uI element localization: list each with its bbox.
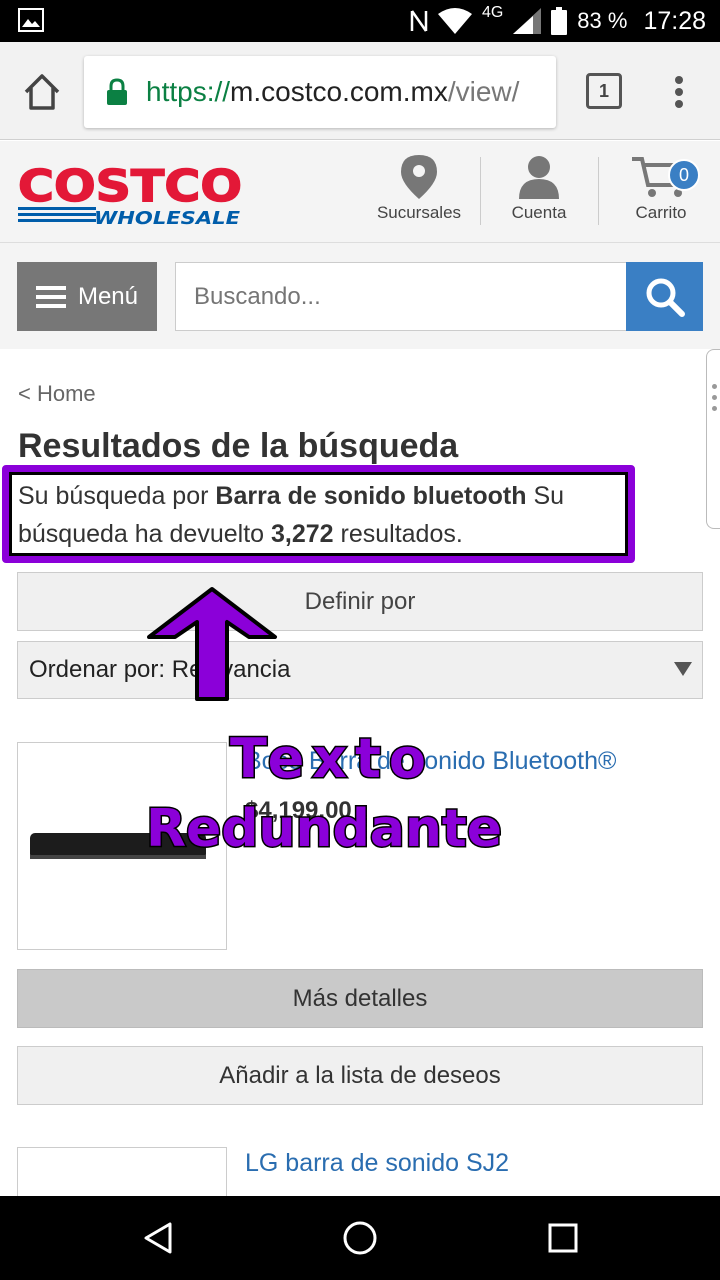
menu-button[interactable]: Menú [17,262,157,331]
url-scheme: https:// [146,76,231,107]
search-input[interactable] [175,262,627,331]
overflow-menu-icon[interactable] [668,72,690,112]
more-details-button[interactable]: Más detalles [17,969,703,1028]
hamburger-icon [35,285,66,308]
network-type: 4G [481,4,504,21]
home-icon[interactable] [22,72,62,112]
stores-label: Sucursales [376,203,462,222]
image-icon [18,8,44,32]
breadcrumb[interactable]: < Home [18,381,96,407]
user-icon [519,156,559,199]
logo-text-top: COSTCO [18,161,242,212]
tab-switcher-button[interactable]: 1 [586,73,622,109]
header-divider [598,157,599,225]
lock-icon [107,78,127,105]
add-to-wishlist-button[interactable]: Añadir a la lista de deseos [17,1046,703,1105]
cart-label: Carrito [635,203,687,222]
battery-percent: 83 % [577,8,628,33]
location-pin-icon [401,155,437,199]
browser-toolbar: https://m.costco.com.mx/view/ 1 [0,42,720,140]
nfc-icon [410,10,428,32]
chevron-down-icon [674,662,692,676]
logo-text-bottom: WHOLESALE [94,208,241,227]
product-image[interactable] [17,1147,227,1196]
header-divider [480,157,481,225]
search-row: Menú [0,243,720,349]
url-path: /view/ [447,76,520,107]
search-icon [646,278,685,317]
signal-icon [513,8,542,34]
battery-icon [551,7,568,35]
site-header: COSTCO WHOLESALE Sucursales Cuenta 0 Car… [0,141,720,243]
product-title-link[interactable]: LG barra de sonido SJ2 [245,1149,509,1178]
annotation-highlight-box [2,465,635,563]
costco-logo[interactable]: COSTCO WHOLESALE [18,161,244,227]
url-host: m.costco.com.mx [230,76,448,107]
stores-link[interactable]: Sucursales [364,155,474,235]
annotation-label: Texto [228,726,435,792]
clock: 17:28 [643,6,706,35]
recents-icon[interactable] [543,1218,583,1258]
page-title: Resultados de la búsqueda [18,427,459,465]
annotation-arrow-icon [147,587,277,701]
back-icon[interactable] [138,1218,178,1258]
cart-count-badge: 0 [668,159,700,191]
side-panel-handle[interactable] [706,349,720,529]
home-circle-icon[interactable] [340,1218,380,1258]
menu-label: Menú [77,282,139,310]
refine-button[interactable]: Definir por [17,572,703,631]
annotation-label: Redundante [144,798,503,861]
sort-select[interactable]: Ordenar por: Relevancia [17,641,703,699]
status-bar: 4G 83 % 17:28 [0,0,720,42]
system-nav-bar [0,1196,720,1280]
wifi-icon [437,8,472,34]
account-label: Cuenta [511,203,567,222]
search-button[interactable] [626,262,703,331]
cart-link[interactable]: 0 Carrito [606,155,716,235]
address-bar[interactable]: https://m.costco.com.mx/view/ [84,56,556,128]
account-link[interactable]: Cuenta [484,155,594,235]
search-results-content: < Home Resultados de la búsqueda Su búsq… [0,349,720,1196]
